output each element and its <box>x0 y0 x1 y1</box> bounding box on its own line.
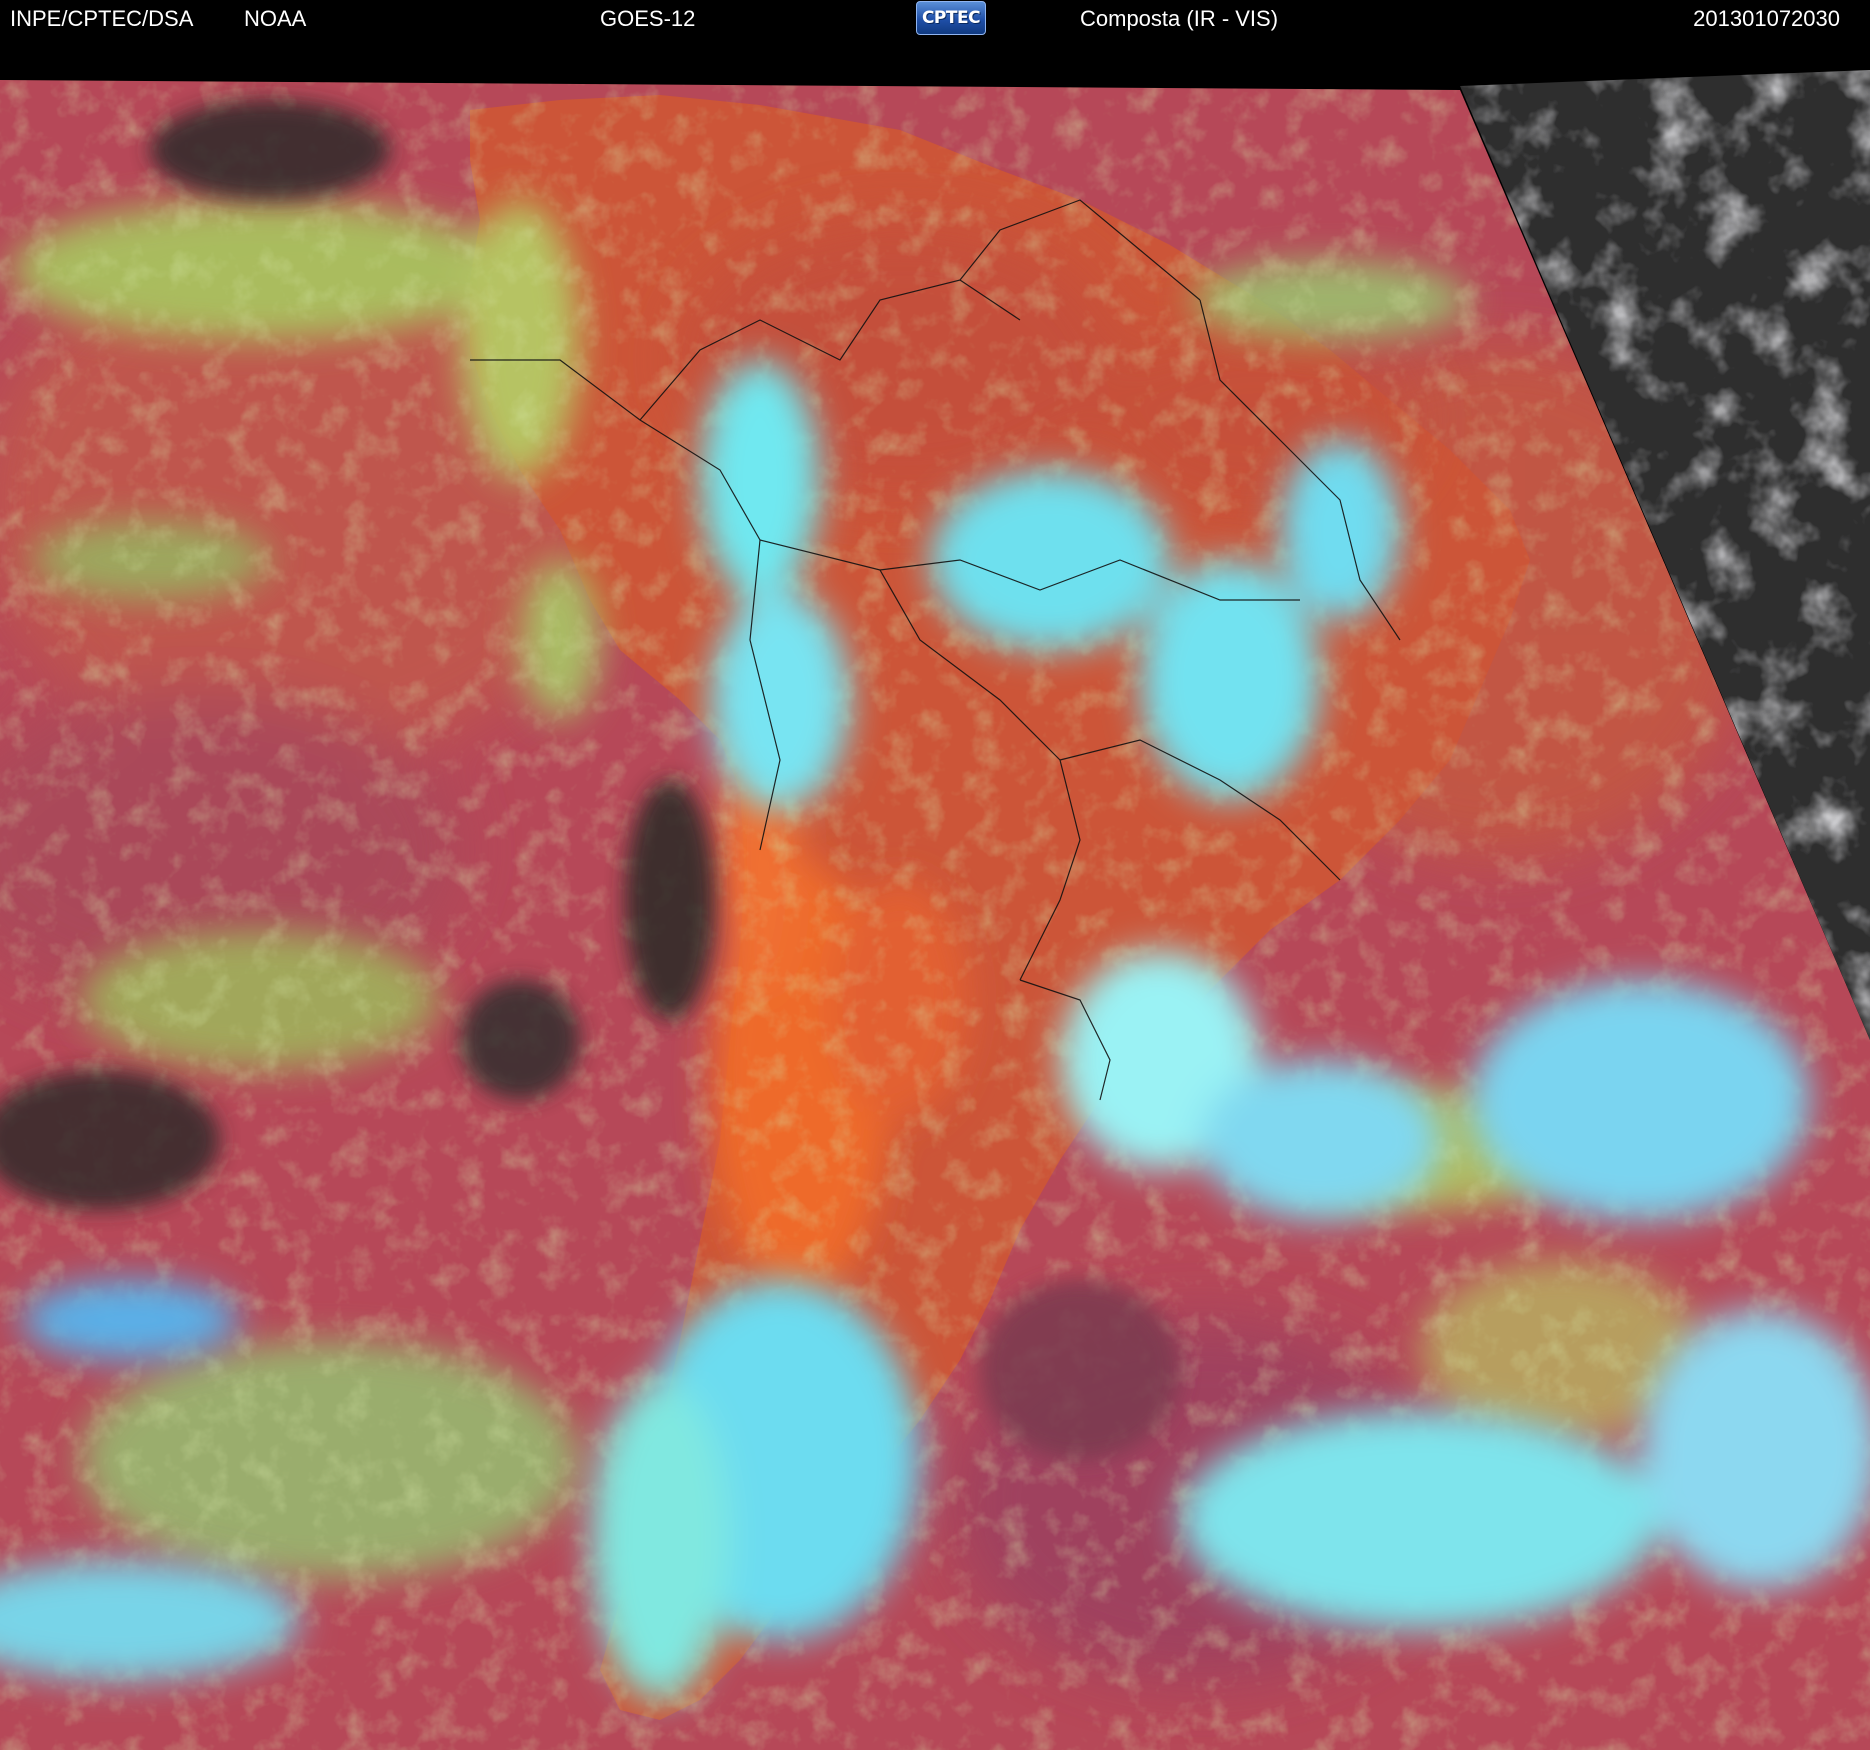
satellite-composite-image <box>0 0 1870 1750</box>
agency-label: NOAA <box>244 6 307 31</box>
institution-label: INPE/CPTEC/DSA <box>10 6 194 31</box>
cptec-logo-icon: CPTEC <box>916 1 986 35</box>
logo-text: CPTEC <box>921 8 981 28</box>
satellite-label: GOES-12 <box>600 6 696 31</box>
product-label: Composta (IR - VIS) <box>1080 6 1279 31</box>
timestamp-label: 201301072030 <box>1693 6 1840 31</box>
image-header: INPE/CPTEC/DSA NOAA GOES-12 CPTEC Compos… <box>0 0 1870 40</box>
